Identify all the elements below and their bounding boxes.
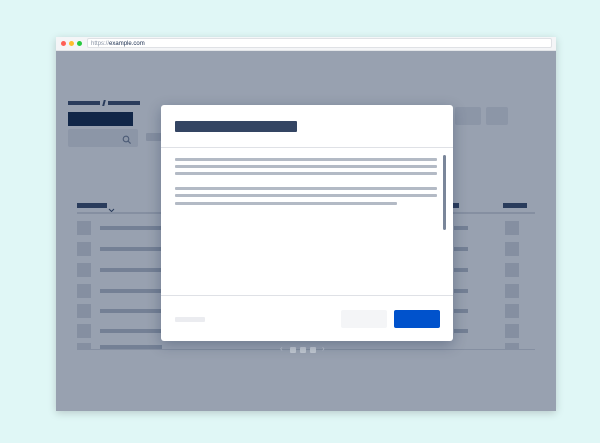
modal-title xyxy=(175,121,297,132)
confirm-button[interactable] xyxy=(394,310,440,328)
browser-chrome: https://example.com xyxy=(56,37,556,51)
body-text-line xyxy=(175,165,437,168)
browser-window: https://example.com ‹ › xyxy=(56,37,556,411)
pagination: ‹ › xyxy=(280,344,340,354)
page-button[interactable] xyxy=(310,347,316,353)
address-bar[interactable]: https://example.com xyxy=(87,38,552,48)
cancel-button[interactable] xyxy=(341,310,387,328)
minimize-window-dot[interactable] xyxy=(69,41,74,46)
url-scheme: https:// xyxy=(91,41,110,47)
page-button[interactable] xyxy=(300,347,306,353)
page-button[interactable] xyxy=(290,347,296,353)
body-text-line xyxy=(175,158,437,161)
body-text-line xyxy=(175,194,437,197)
body-text-line xyxy=(175,172,437,175)
modal-dialog xyxy=(161,105,453,341)
close-window-dot[interactable] xyxy=(61,41,66,46)
body-text-line xyxy=(175,187,437,190)
url-host: example.com xyxy=(109,41,145,47)
modal-footer-divider xyxy=(161,295,453,296)
footer-link[interactable] xyxy=(175,317,205,322)
maximize-window-dot[interactable] xyxy=(77,41,82,46)
chevron-right-icon[interactable]: › xyxy=(322,344,325,354)
body-text-line xyxy=(175,202,397,205)
modal-header-divider xyxy=(161,147,453,148)
chevron-left-icon[interactable]: ‹ xyxy=(280,344,283,354)
modal-scrollbar[interactable] xyxy=(443,155,446,230)
